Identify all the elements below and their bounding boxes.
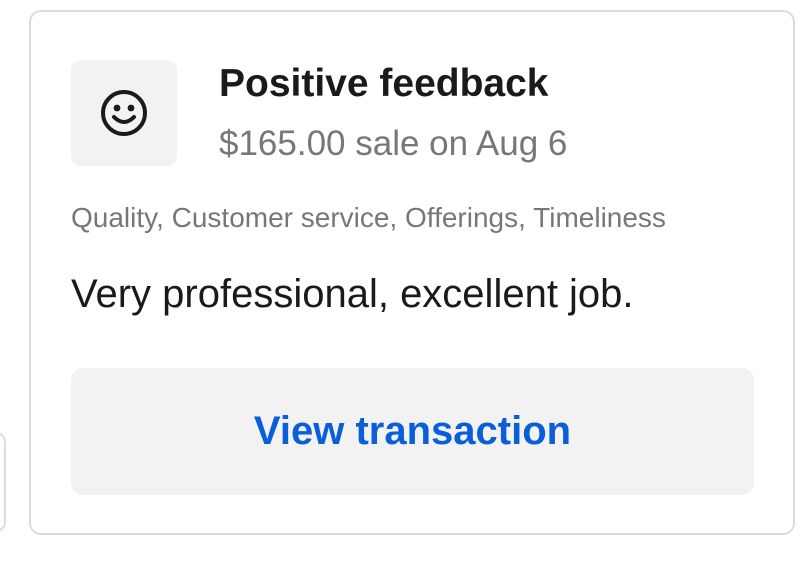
sale-summary: $165.00 sale on Aug 6 — [219, 124, 568, 163]
page: Positive feedback $165.00 sale on Aug 6 … — [0, 0, 806, 577]
previous-card-edge — [0, 432, 6, 532]
feedback-title: Positive feedback — [219, 62, 549, 105]
feedback-tags: Quality, Customer service, Offerings, Ti… — [71, 202, 666, 233]
smiley-face-icon — [101, 90, 147, 136]
feedback-icon-tile — [71, 60, 177, 166]
feedback-card: Positive feedback $165.00 sale on Aug 6 … — [29, 10, 795, 535]
feedback-comment: Very professional, excellent job. — [71, 272, 634, 316]
view-transaction-button[interactable]: View transaction — [71, 368, 754, 495]
